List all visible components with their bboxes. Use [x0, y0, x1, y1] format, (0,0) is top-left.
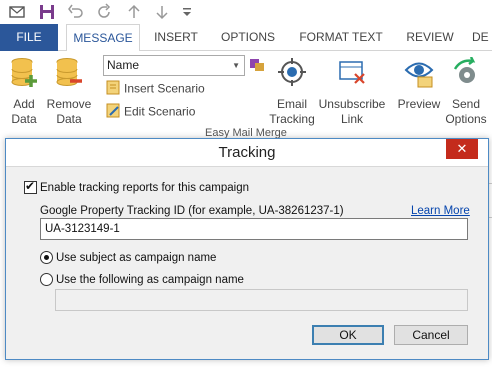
unsubscribe-link-label-2: Link [340, 112, 363, 126]
radio-selected-dot [44, 255, 49, 260]
use-following-label: Use the following as campaign name [56, 274, 244, 286]
chevron-down-icon: ▼ [232, 61, 240, 70]
send-options-label-2: Options [445, 112, 487, 126]
campaign-name-input[interactable] [55, 289, 468, 311]
tab-file[interactable]: FILE [0, 24, 58, 51]
send-options-gear-icon [442, 56, 490, 93]
ok-button[interactable]: OK [312, 325, 384, 345]
preview-label: Preview [397, 97, 441, 111]
add-data-button[interactable]: Add Data [6, 57, 42, 127]
edit-scenario-label: Edit Scenario [124, 104, 196, 119]
use-subject-label: Use subject as campaign name [56, 252, 217, 264]
insert-scenario-button[interactable]: Insert Scenario [106, 80, 205, 99]
email-tracking-button[interactable]: Email Tracking [267, 57, 317, 127]
down-arrow-icon[interactable] [153, 3, 171, 21]
field-name-combo-value: Name [107, 58, 140, 72]
customize-toolbar-icon[interactable] [178, 3, 196, 21]
target-icon [267, 57, 317, 93]
enable-tracking-checkbox[interactable]: ✔ [24, 179, 37, 194]
save-icon[interactable] [38, 3, 56, 21]
ribbon: Add Data Remove Data Name ▼ Insert Scena… [0, 51, 492, 141]
remove-data-button[interactable]: Remove Data [46, 57, 92, 127]
database-add-icon [6, 57, 42, 93]
property-id-input[interactable]: UA-3123149-1 [40, 218, 468, 240]
insert-scenario-label: Insert Scenario [124, 81, 205, 96]
add-data-label-2: Data [11, 112, 37, 126]
field-name-combo[interactable]: Name ▼ [103, 55, 245, 76]
tab-review[interactable]: REVIEW [400, 24, 460, 51]
close-icon[interactable]: ✕ [446, 139, 478, 159]
cancel-button[interactable]: Cancel [394, 325, 468, 345]
use-following-radio[interactable] [40, 273, 53, 286]
up-arrow-icon[interactable] [125, 3, 143, 21]
unsubscribe-icon [318, 57, 386, 93]
message-window-icon[interactable] [8, 3, 26, 21]
database-remove-icon [46, 57, 92, 93]
property-id-label: Google Property Tracking ID (for example… [40, 205, 344, 217]
edit-scenario-button[interactable]: Edit Scenario [106, 103, 195, 122]
remove-data-label-1: Remove [46, 97, 92, 111]
tab-message[interactable]: MESSAGE [66, 24, 140, 52]
preview-eye-icon [396, 57, 442, 93]
dialog-body: ✔ Enable tracking reports for this campa… [12, 167, 482, 355]
scenario-edit-icon [106, 103, 121, 122]
unsubscribe-link-button[interactable]: Unsubscribe Link [318, 57, 386, 127]
remove-data-label-2: Data [56, 112, 82, 126]
quick-access-toolbar [0, 0, 492, 24]
email-tracking-label-2: Tracking [269, 112, 315, 126]
checkmark-icon: ✔ [25, 179, 36, 193]
redo-icon[interactable] [95, 3, 113, 21]
send-options-button[interactable]: Send Options [442, 56, 490, 127]
dialog-title: Tracking [218, 144, 276, 161]
tab-options[interactable]: OPTIONS [214, 24, 282, 51]
tab-format-text[interactable]: FORMAT TEXT [294, 24, 388, 51]
preview-button[interactable]: Preview [396, 57, 442, 112]
learn-more-link[interactable]: Learn More [411, 204, 470, 218]
tracking-dialog: Tracking ✕ ✔ Enable tracking reports for… [5, 138, 489, 360]
unsubscribe-link-label-1: Unsubscribe [318, 97, 386, 111]
undo-icon[interactable] [67, 3, 85, 21]
scenario-insert-icon [106, 80, 121, 99]
dialog-titlebar: Tracking ✕ [6, 139, 488, 167]
tab-developer[interactable]: DE [472, 24, 492, 51]
use-subject-radio[interactable] [40, 251, 53, 264]
ribbon-tabs: FILE MESSAGE INSERT OPTIONS FORMAT TEXT … [0, 24, 492, 52]
merge-field-insert-icon[interactable] [249, 56, 265, 72]
email-tracking-label-1: Email [276, 97, 307, 111]
enable-tracking-label: Enable tracking reports for this campaig… [40, 182, 250, 194]
tab-insert[interactable]: INSERT [148, 24, 204, 51]
send-options-label-1: Send [451, 97, 481, 111]
add-data-label-1: Add [13, 97, 35, 111]
